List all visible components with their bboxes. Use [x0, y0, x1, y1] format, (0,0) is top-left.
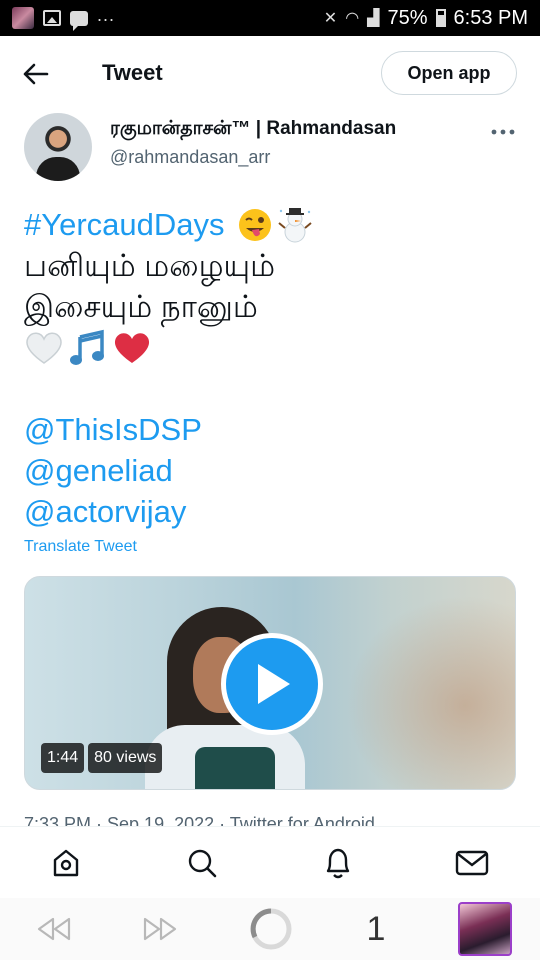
browser-back-icon[interactable] [34, 910, 74, 948]
browser-toolbar: 1 [0, 898, 540, 960]
snowman-icon [277, 207, 312, 242]
tweet-line-2: இசையும் நானும் [24, 289, 258, 324]
browser-profile-thumbnail[interactable] [458, 902, 512, 956]
battery-icon [435, 9, 446, 27]
author-handle[interactable]: @rahmandasan_arr [110, 147, 270, 168]
messages-envelope-icon[interactable] [454, 845, 490, 881]
author-avatar[interactable] [24, 113, 92, 181]
bottom-navigation [0, 826, 540, 898]
browser-tab-count[interactable]: 1 [358, 910, 394, 948]
video-background [325, 577, 515, 789]
browser-forward-icon[interactable] [140, 910, 180, 948]
top-bar: Tweet Open app [0, 36, 540, 110]
video-duration: 1:44 [41, 743, 85, 773]
tweet-line-1: பனியும் மழையும் [24, 248, 276, 283]
video-player[interactable]: 1:44 80 views [24, 576, 516, 790]
mention-link[interactable]: @geneliad [24, 450, 519, 491]
home-icon[interactable] [48, 845, 84, 881]
white-heart-icon [26, 332, 62, 364]
mention-link[interactable]: @actorvijay [24, 491, 519, 532]
wifi-icon: ◠ [345, 10, 360, 27]
search-icon[interactable] [184, 845, 220, 881]
mention-link[interactable]: @ThisIsDSP [24, 409, 519, 450]
tweet-text: #YercaudDays பனியும் மழையும் இசையும் நான… [24, 204, 519, 532]
musical-notes-icon [70, 329, 104, 365]
notification-avatar-icon [12, 7, 34, 29]
battery-percent: 75% [387, 6, 428, 29]
open-app-button[interactable]: Open app [381, 51, 517, 95]
loading-spinner-icon [248, 908, 294, 950]
status-bar: ... ✕ ◠ ▟ 75% 6:53 PM [0, 0, 540, 36]
notifications-bell-icon[interactable] [320, 845, 356, 881]
hashtag-link[interactable]: #YercaudDays [24, 204, 225, 245]
play-button[interactable] [221, 633, 323, 735]
back-arrow-icon[interactable] [18, 56, 54, 92]
signal-icon: ▟ [367, 10, 380, 27]
more-options-icon[interactable] [486, 120, 520, 144]
screen: ... ✕ ◠ ▟ 75% 6:53 PM Tweet Open app ரகு… [0, 0, 540, 960]
translate-tweet-link[interactable]: Translate Tweet [24, 538, 137, 556]
clock: 6:53 PM [453, 6, 528, 29]
mute-icon: ✕ [323, 10, 338, 27]
more-notifications: ... [97, 4, 116, 25]
message-icon [70, 10, 88, 31]
gallery-icon [43, 10, 61, 26]
video-views: 80 views [88, 743, 163, 773]
author-name[interactable]: ரகுமான்தாசன்™ | Rahmandasan [110, 118, 396, 142]
red-heart-icon [114, 332, 150, 363]
page-title: Tweet [102, 60, 163, 85]
play-icon [258, 664, 290, 704]
winking-face-tongue-icon [238, 208, 271, 241]
